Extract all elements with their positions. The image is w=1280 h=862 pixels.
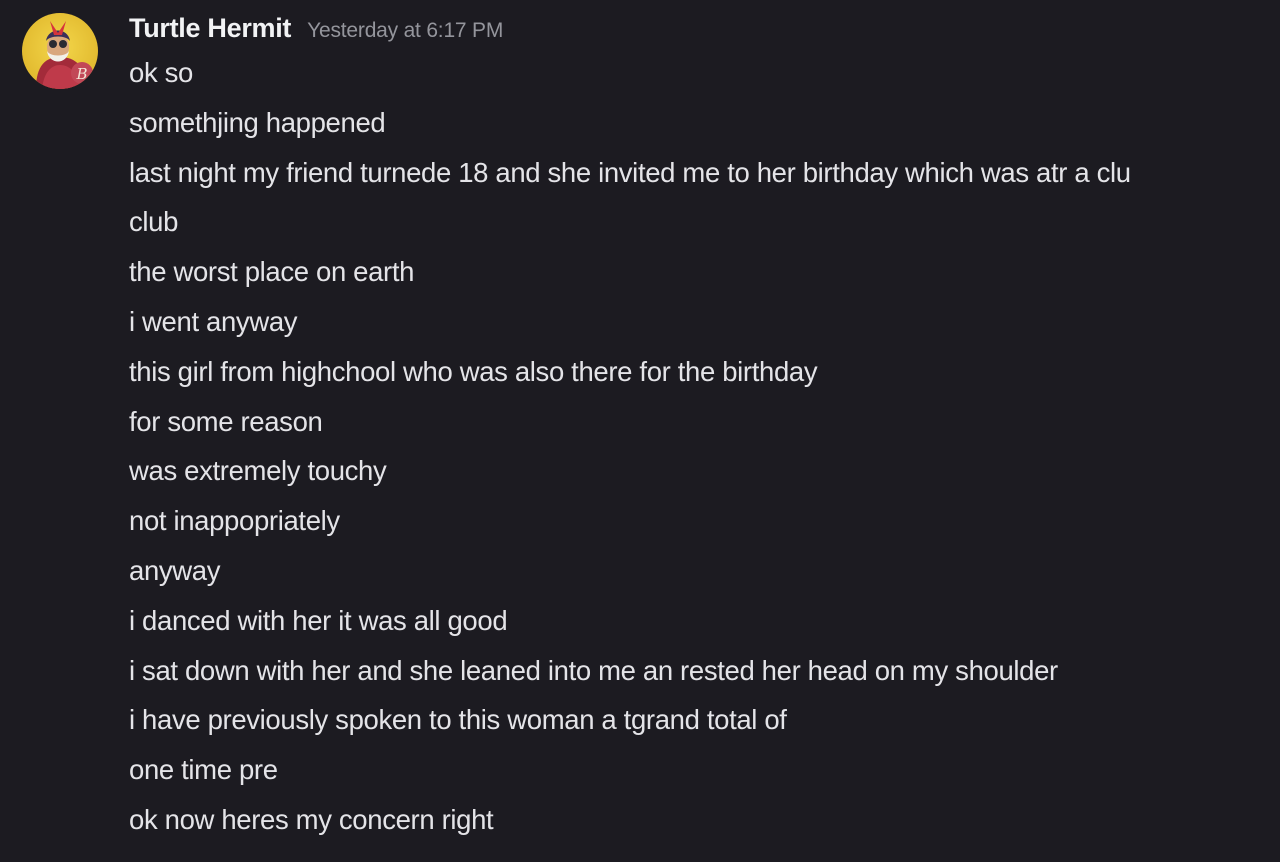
svg-text:B: B xyxy=(75,65,87,83)
message-line: anyway xyxy=(129,554,221,586)
message-line: club xyxy=(129,206,179,238)
message-line: for some reason xyxy=(129,405,323,437)
message-line: one time pre xyxy=(129,754,278,786)
message-line: somethjing happened xyxy=(129,106,386,138)
message-group: B Turtle Hermit Yesterday at 6:17 PM ok … xyxy=(0,0,1280,862)
message-line: ok so xyxy=(129,57,193,88)
message-line: ok now heres my concern right xyxy=(129,803,494,835)
message-header: Turtle Hermit Yesterday at 6:17 PM xyxy=(129,13,503,47)
message-line: i went anyway xyxy=(129,305,298,337)
message-line: not inappopriately xyxy=(129,505,340,537)
username[interactable]: Turtle Hermit xyxy=(129,13,291,44)
message-line: i sat down with her and she leaned into … xyxy=(129,654,1058,686)
message-line: the worst place on earth xyxy=(129,256,415,288)
message-line: was extremely touchy xyxy=(129,455,387,487)
message-line: last night my friend turnede 18 and she … xyxy=(129,156,1131,188)
hermit-avatar-icon: B xyxy=(22,13,98,89)
avatar[interactable]: B xyxy=(22,13,98,89)
message-lines: ok so somethjing happened last night my … xyxy=(129,55,1269,852)
message-line: i danced with her it was all good xyxy=(129,604,508,636)
timestamp[interactable]: Yesterday at 6:17 PM xyxy=(307,19,503,43)
message-line: i have previously spoken to this woman a… xyxy=(129,704,787,736)
message-line: this girl from highchool who was also th… xyxy=(129,355,818,387)
